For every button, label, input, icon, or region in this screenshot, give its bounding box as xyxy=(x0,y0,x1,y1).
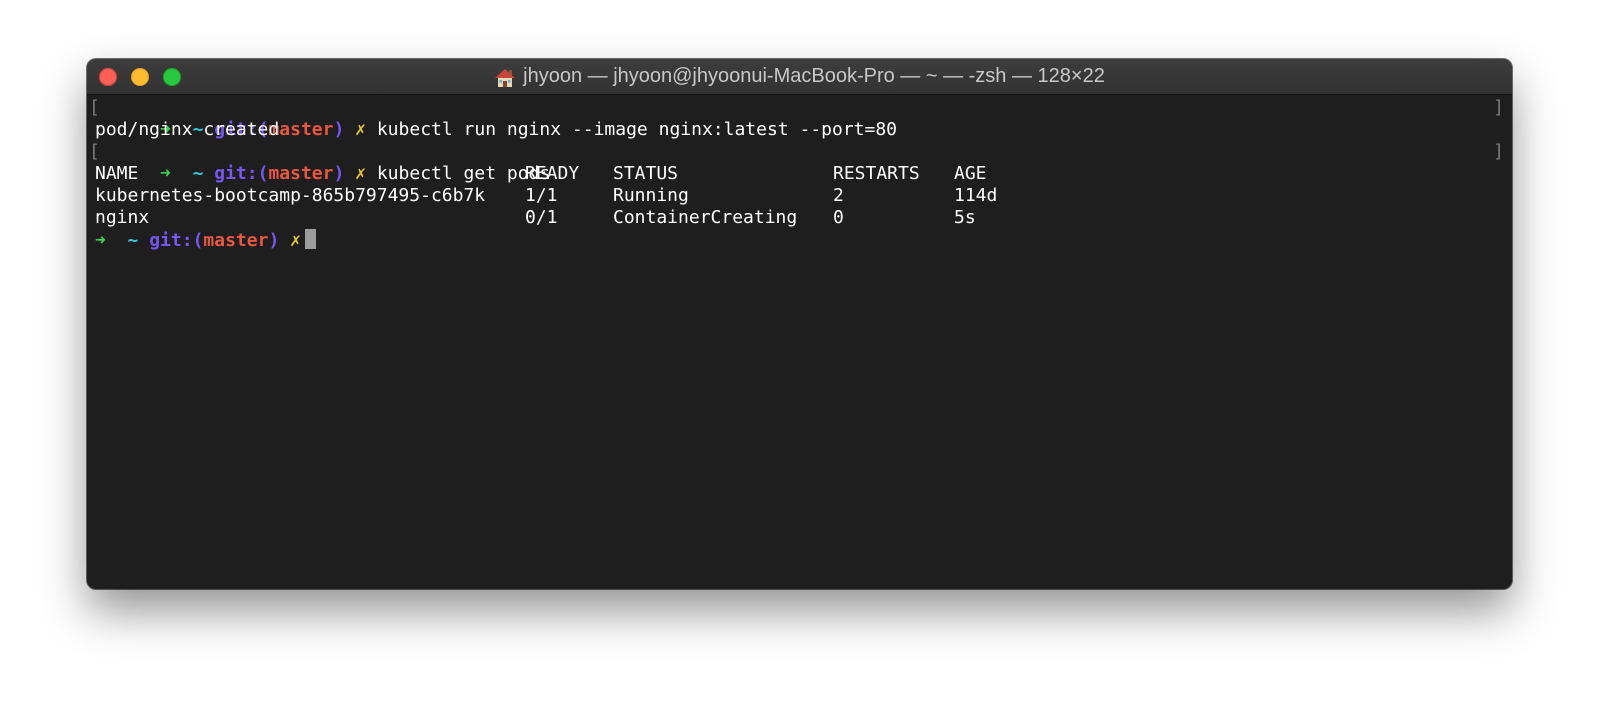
pod-age: 5s xyxy=(954,207,976,228)
prompt-git-suffix: ) xyxy=(333,163,345,184)
terminal-window: jhyoon — jhyoon@jhyoonui-MacBook-Pro — ~… xyxy=(87,59,1512,589)
prompt-dirty-mark: ✗ xyxy=(355,163,366,184)
pod-name: nginx xyxy=(95,207,150,228)
pod-status: Running xyxy=(613,185,689,206)
pod-ready: 1/1 xyxy=(525,185,558,206)
output-line: pod/nginx created xyxy=(95,119,1504,141)
line-marker-right: ] xyxy=(1493,141,1504,162)
pod-restarts: 2 xyxy=(833,185,844,206)
prompt-arrow: ➜ xyxy=(95,230,106,251)
column-header-status: STATUS xyxy=(613,163,679,184)
prompt-line: [➜ ~ git:(master) ✗ kubectl run nginx --… xyxy=(89,97,1504,140)
command-text: kubectl get pods xyxy=(376,163,551,184)
prompt-git-prefix: git:( xyxy=(149,230,204,251)
line-marker-right: ] xyxy=(1493,97,1504,118)
terminal-output[interactable]: [➜ ~ git:(master) ✗ kubectl run nginx --… xyxy=(89,97,1504,583)
prompt-dirty-mark: ✗ xyxy=(290,230,301,251)
line-marker-left: [ xyxy=(89,97,100,118)
prompt-git-prefix: git:( xyxy=(214,163,269,184)
column-header-restarts: RESTARTS xyxy=(833,163,920,184)
window-title: jhyoon — jhyoon@jhyoonui-MacBook-Pro — ~… xyxy=(87,59,1512,94)
table-row: kubernetes-bootcamp-865b797495-c6b7k 1/1… xyxy=(95,185,1504,207)
prompt-branch: master xyxy=(203,230,269,251)
prompt-branch: master xyxy=(268,163,334,184)
active-prompt-line[interactable]: ➜ ~ git:(master) ✗ xyxy=(95,229,1504,251)
pod-status: ContainerCreating xyxy=(613,207,798,228)
text-cursor[interactable] xyxy=(304,229,316,249)
line-marker-left: [ xyxy=(89,141,100,162)
column-header-age: AGE xyxy=(954,163,987,184)
command-output: pod/nginx created xyxy=(95,119,280,140)
prompt-line: [ ➜ ~ git:(master) ✗ kubectl get pods ] xyxy=(89,141,1504,184)
window-title-text: jhyoon — jhyoon@jhyoonui-MacBook-Pro — ~… xyxy=(523,65,1105,87)
home-icon xyxy=(494,68,516,88)
title-bar[interactable]: jhyoon — jhyoon@jhyoonui-MacBook-Pro — ~… xyxy=(87,59,1512,95)
pod-ready: 0/1 xyxy=(525,207,558,228)
prompt-git-suffix: ) xyxy=(268,230,280,251)
prompt-arrow: ➜ xyxy=(160,163,171,184)
pod-restarts: 0 xyxy=(833,207,844,228)
pod-age: 114d xyxy=(954,185,998,206)
table-row: nginx 0/1 ContainerCreating 0 5s xyxy=(95,207,1504,229)
prompt-directory: ~ xyxy=(127,230,139,251)
prompt-directory: ~ xyxy=(192,163,204,184)
